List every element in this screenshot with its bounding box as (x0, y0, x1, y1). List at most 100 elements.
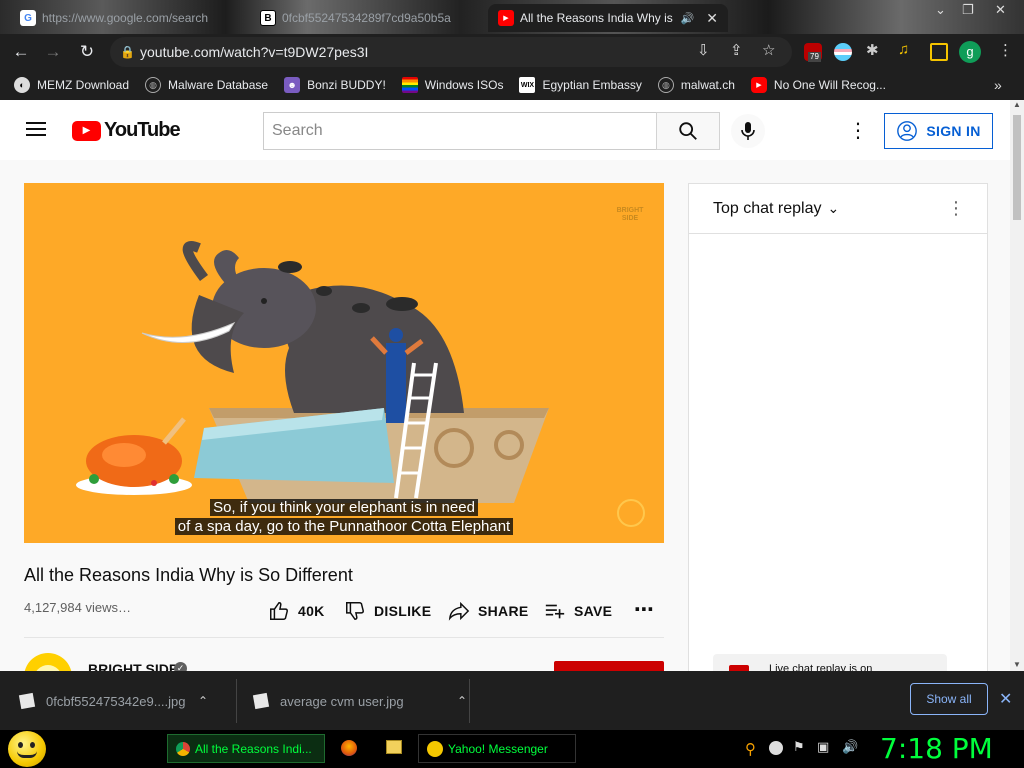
task-label: All the Reasons Indi... (195, 741, 312, 756)
close-downloads-icon[interactable]: ✕ (999, 689, 1012, 709)
scroll-down-arrow-icon[interactable]: ▼ (1013, 660, 1021, 669)
channel-name[interactable]: BRIGHT SIDE (88, 661, 178, 671)
chevron-down-icon[interactable]: ⌄ (828, 200, 840, 217)
tab-youtube-video[interactable]: ▶ All the Reasons India Why is 🔊 ✕ (488, 4, 728, 32)
tab-google-search[interactable]: G https://www.google.com/search (10, 4, 246, 32)
more-bookmarks-icon[interactable]: » (994, 77, 1002, 93)
show-all-downloads-button[interactable]: Show all (910, 683, 988, 715)
search-tray-icon[interactable]: ⚲ (745, 740, 756, 758)
bookmark-label: Windows ISOs (424, 78, 504, 92)
caption-line-2: of a spa day, go to the Punnathoor Cotta… (24, 518, 664, 535)
bookmark-label: No One Will Recog... (773, 78, 886, 92)
bookmark-label: MEMZ Download (37, 78, 130, 92)
dislike-label: DISLIKE (374, 603, 432, 619)
google-icon: G (20, 10, 36, 26)
bookmark-label: malwat.ch (680, 78, 735, 92)
dislike-button[interactable]: DISLIKE (344, 600, 431, 622)
audio-playing-icon[interactable]: 🔊 (681, 12, 695, 25)
bookmark-star-icon[interactable]: ☆ (762, 41, 775, 59)
search-input[interactable]: Search (263, 112, 657, 150)
download-item-2[interactable]: average cvm user.jpg ⌃ (252, 687, 467, 715)
lock-icon: 🔒 (120, 45, 135, 59)
ublock-extension-icon[interactable]: 79 (804, 43, 822, 62)
volume-tray-icon[interactable]: 🔊 (842, 739, 858, 755)
download-filename: average cvm user.jpg (280, 693, 404, 709)
tab-label: https://www.google.com/search (42, 11, 209, 25)
flag-tray-icon[interactable]: ⚑ (793, 739, 805, 755)
chevron-up-icon[interactable]: ⌃ (198, 694, 208, 708)
task-chrome-window[interactable]: All the Reasons Indi... (167, 734, 325, 763)
page-scrollbar[interactable]: ▲ ▼ (1010, 100, 1024, 671)
youtube-logo[interactable]: ▶ YouTube (72, 119, 181, 142)
bookmark-label: Egyptian Embassy (542, 78, 642, 92)
task-yahoo-messenger[interactable]: Yahoo! Messenger (418, 734, 576, 763)
bookmark-egyptian-embassy[interactable]: WIX Egyptian Embassy (519, 77, 642, 93)
search-placeholder: Search (272, 122, 323, 139)
close-tab-icon[interactable]: ✕ (706, 10, 718, 27)
tab-image[interactable]: B 0fcbf55247534289f7cd9a50b5a (250, 4, 486, 32)
sign-in-label: SIGN IN (926, 123, 981, 139)
forward-arrow-icon[interactable]: → (42, 41, 64, 63)
messenger-tray-icon[interactable] (769, 741, 783, 755)
save-label: SAVE (574, 603, 613, 619)
media-control-icon[interactable]: ♫ (898, 41, 909, 58)
restore-window-icon[interactable]: ❐ (962, 2, 974, 18)
share-button[interactable]: SHARE (448, 600, 529, 622)
microphone-icon (741, 122, 755, 140)
sign-in-button[interactable]: SIGN IN (884, 113, 993, 149)
start-button-smiley-icon[interactable] (8, 731, 46, 767)
chat-mode-selector[interactable]: Top chat replay (713, 200, 822, 218)
settings-more-icon[interactable]: ⋮ (848, 118, 868, 143)
video-player[interactable]: BRIGHT SIDE So, if you think your elepha… (24, 183, 664, 543)
live-chat-panel: Top chat replay ⌄ ⋮ Live chat replay is … (688, 183, 988, 671)
more-actions-icon[interactable]: ⋯ (634, 597, 654, 622)
bookmark-bonzi-buddy[interactable]: ☻ Bonzi BUDDY! (284, 77, 386, 93)
bookmark-memz[interactable]: ◐ MEMZ Download (14, 77, 129, 93)
flag-extension-icon[interactable] (834, 43, 852, 61)
tab-label: All the Reasons India Why is (520, 11, 673, 25)
bookmark-windows-isos[interactable]: Windows ISOs (401, 77, 504, 93)
bookmark-malwatch[interactable]: ◍ malwat.ch (657, 77, 735, 93)
verified-check-icon: ✓ (174, 662, 187, 671)
extensions-puzzle-icon[interactable]: ✱ (866, 41, 879, 59)
back-arrow-icon[interactable]: ← (10, 41, 32, 63)
video-frame (76, 241, 645, 527)
bonzi-icon: ☻ (284, 77, 301, 93)
reload-icon[interactable]: ↻ (76, 41, 98, 63)
chat-notice-text: Live chat replay is on (769, 663, 873, 671)
scroll-up-arrow-icon[interactable]: ▲ (1013, 100, 1021, 109)
bookmark-no-one-will-recognize[interactable]: ▶ No One Will Recog... (750, 77, 886, 93)
file-icon (252, 692, 270, 710)
folder-icon[interactable] (386, 740, 402, 754)
playlist-add-icon (545, 604, 565, 619)
share-page-icon[interactable]: ⇪ (730, 41, 743, 59)
scrollbar-thumb[interactable] (1013, 115, 1021, 220)
yahoo-icon (427, 740, 443, 757)
more-menu-icon[interactable]: ⋮ (998, 41, 1013, 59)
view-count[interactable]: 4,127,984 views… (24, 600, 131, 615)
voice-search-button[interactable] (731, 114, 765, 148)
address-bar[interactable]: 🔒 youtube.com/watch?v=t9DW27pes3I (110, 37, 792, 67)
hamburger-menu-icon[interactable] (26, 122, 46, 136)
download-item-1[interactable]: 0fcbf552475342e9....jpg ⌃ (18, 687, 208, 715)
bookmark-malware-database[interactable]: ◍ Malware Database (145, 77, 268, 93)
firefox-icon[interactable] (341, 740, 357, 756)
close-window-icon[interactable]: ✕ (995, 2, 1006, 18)
profile-avatar[interactable]: g (959, 41, 981, 63)
network-tray-icon[interactable]: ▣ (817, 739, 829, 755)
save-button[interactable]: SAVE (544, 600, 612, 622)
bookmark-label: Bonzi BUDDY! (307, 78, 386, 92)
search-button[interactable] (656, 112, 720, 150)
side-panel-icon[interactable] (930, 43, 948, 61)
subscribe-button[interactable] (554, 661, 664, 671)
channel-avatar[interactable] (24, 653, 72, 671)
like-button[interactable]: 40K (268, 600, 325, 622)
install-app-icon[interactable]: ⇩ (697, 41, 710, 59)
chat-more-icon[interactable]: ⋮ (947, 198, 965, 219)
taskbar-clock[interactable]: 7:18 PM (880, 732, 993, 765)
extension-badge: 79 (808, 52, 821, 62)
share-label: SHARE (478, 603, 529, 619)
youtube-icon: ▶ (750, 77, 767, 93)
chevron-up-icon[interactable]: ⌃ (457, 694, 467, 708)
chevron-down-icon[interactable]: ⌄ (935, 2, 946, 18)
